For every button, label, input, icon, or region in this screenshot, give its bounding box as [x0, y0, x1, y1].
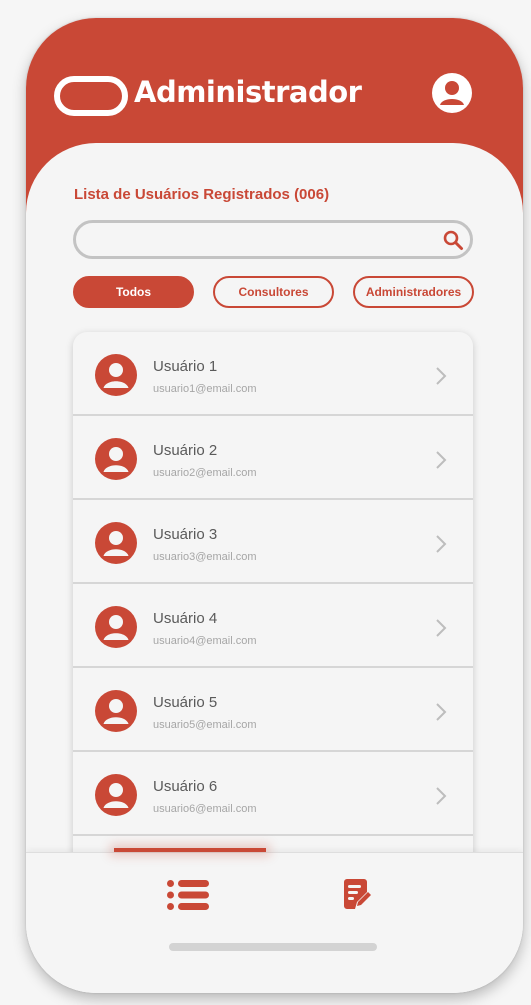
user-name: Usuário 4: [153, 610, 218, 627]
chevron-right-icon: [436, 619, 447, 637]
user-row[interactable]: Usuário 3 usuario3@email.com: [73, 500, 473, 584]
chevron-right-icon: [436, 787, 447, 805]
user-row[interactable]: Usuário 4 usuario4@email.com: [73, 584, 473, 668]
user-row[interactable]: Usuário 1 usuario1@email.com: [73, 332, 473, 416]
list-icon[interactable]: [166, 878, 210, 912]
user-name: Usuário 3: [153, 526, 218, 543]
user-email: usuario2@email.com: [153, 467, 257, 479]
user-avatar-icon: [95, 438, 137, 480]
user-row[interactable]: Usuário 2 usuario2@email.com: [73, 416, 473, 500]
search-bar[interactable]: [73, 220, 473, 259]
user-email: usuario4@email.com: [153, 635, 257, 647]
user-avatar-icon: [95, 690, 137, 732]
page-title: Administrador: [134, 75, 362, 109]
user-row[interactable]: Usuário 5 usuario5@email.com: [73, 668, 473, 752]
page: Administrador Lista de Usuários Registra…: [0, 0, 531, 1005]
user-email: usuario1@email.com: [153, 383, 257, 395]
chevron-right-icon: [436, 535, 447, 553]
list-heading: Lista de Usuários Registrados (006): [74, 186, 330, 203]
user-row[interactable]: Usuário 6 usuario6@email.com: [73, 752, 473, 836]
active-tab-indicator: [114, 848, 266, 852]
user-name: Usuário 2: [153, 442, 218, 459]
chevron-right-icon: [436, 367, 447, 385]
user-name: Usuário 1: [153, 358, 218, 375]
user-email: usuario6@email.com: [153, 803, 257, 815]
user-email: usuario3@email.com: [153, 551, 257, 563]
user-circle-icon[interactable]: [432, 73, 472, 113]
filter-administradores[interactable]: Administradores: [353, 276, 474, 308]
bottom-navigation: [26, 852, 523, 993]
edit-document-icon[interactable]: [344, 878, 372, 912]
chevron-right-icon: [436, 451, 447, 469]
user-list: Usuário 1 usuario1@email.com Usuário 2 u…: [73, 332, 473, 872]
search-icon[interactable]: [442, 229, 464, 251]
user-name: Usuário 6: [153, 778, 218, 795]
home-indicator[interactable]: [169, 943, 377, 951]
user-email: usuario5@email.com: [153, 719, 257, 731]
filter-consultores[interactable]: Consultores: [213, 276, 334, 308]
user-avatar-icon: [95, 354, 137, 396]
user-avatar-icon: [95, 522, 137, 564]
user-avatar-icon: [95, 774, 137, 816]
phone-frame: Administrador Lista de Usuários Registra…: [26, 18, 523, 993]
user-name: Usuário 5: [153, 694, 218, 711]
chevron-right-icon: [436, 703, 447, 721]
filter-todos[interactable]: Todos: [73, 276, 194, 308]
user-avatar-icon: [95, 606, 137, 648]
pill-outline-icon: [54, 76, 128, 116]
search-input[interactable]: [90, 229, 434, 253]
